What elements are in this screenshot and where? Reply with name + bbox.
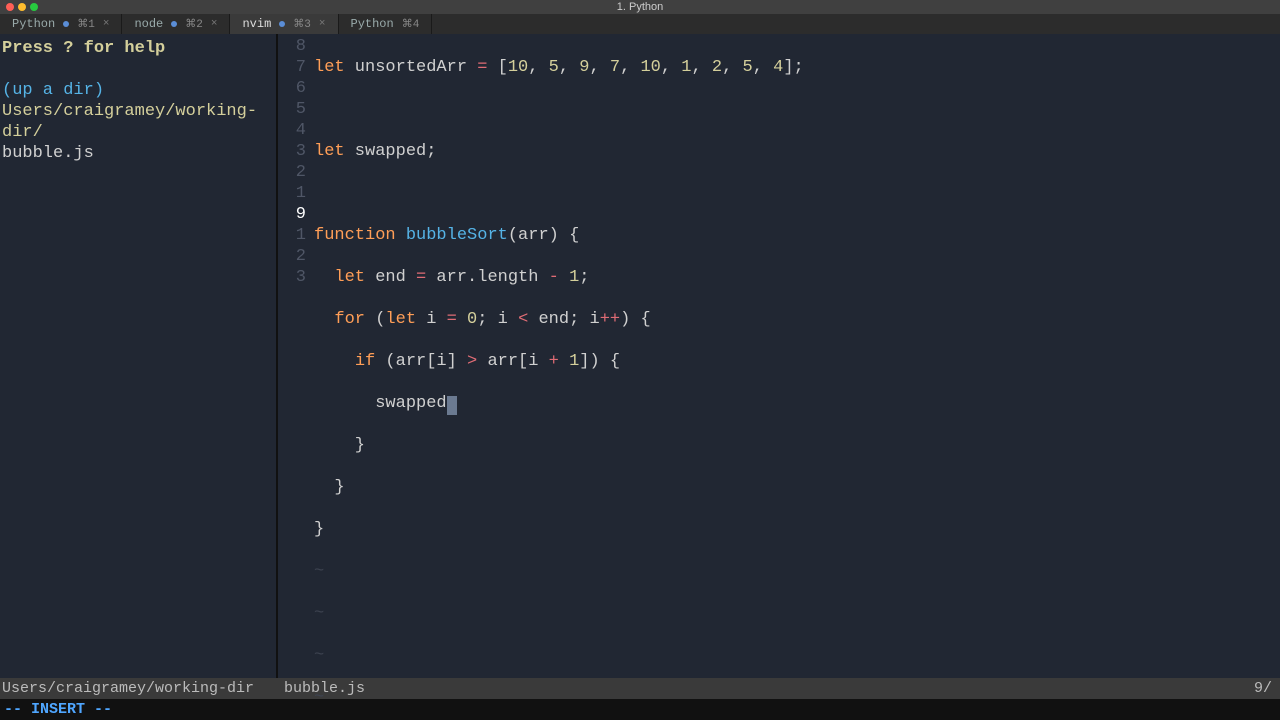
- line-gutter: 8 7 6 5 4 3 2 1 9 1 2 3: [278, 36, 314, 678]
- tab-close-icon[interactable]: ×: [103, 18, 110, 30]
- line-num: 2: [278, 246, 306, 267]
- tab-nvim[interactable]: nvim ⌘3 ×: [230, 14, 338, 34]
- tab-shortcut: ⌘4: [402, 17, 420, 31]
- status-filename: bubble.js: [280, 680, 1254, 697]
- dot-icon: [279, 21, 285, 27]
- tab-shortcut: ⌘1: [77, 17, 95, 31]
- tab-label: Python: [351, 17, 394, 31]
- up-dir-link[interactable]: (up a dir): [2, 80, 274, 101]
- line-num: 6: [278, 78, 306, 99]
- tab-python-2[interactable]: Python ⌘4: [339, 14, 433, 34]
- line-num: 2: [278, 162, 306, 183]
- tilde-row: ~: [314, 645, 1280, 666]
- tab-close-icon[interactable]: ×: [211, 18, 218, 30]
- line-num: 4: [278, 120, 306, 141]
- line-num: 1: [278, 225, 306, 246]
- help-hint: Press ? for help: [2, 38, 274, 59]
- vim-mode-indicator: -- INSERT --: [4, 701, 112, 718]
- window-title: 1. Python: [0, 1, 1280, 13]
- status-cwd: Users/craigramey/working-dir: [0, 680, 280, 697]
- tilde-row: ~: [314, 561, 1280, 582]
- tab-shortcut: ⌘3: [293, 17, 311, 31]
- text-cursor: [447, 396, 457, 415]
- line-num: 8: [278, 36, 306, 57]
- line-num-current: 9: [278, 204, 306, 225]
- status-position: 9/: [1254, 680, 1280, 697]
- dot-icon: [63, 21, 69, 27]
- tilde-row: ~: [314, 603, 1280, 624]
- workspace: Press ? for help (up a dir) Users/craigr…: [0, 34, 1280, 678]
- dot-icon: [171, 21, 177, 27]
- tab-node[interactable]: node ⌘2 ×: [122, 14, 230, 34]
- status-bar: Users/craigramey/working-dir bubble.js 9…: [0, 678, 1280, 699]
- tab-python-1[interactable]: Python ⌘1 ×: [0, 14, 122, 34]
- tab-close-icon[interactable]: ×: [319, 18, 326, 30]
- tab-bar: Python ⌘1 × node ⌘2 × nvim ⌘3 × Python ⌘…: [0, 14, 1280, 34]
- file-item-bubble[interactable]: bubble.js: [2, 143, 274, 164]
- line-num: 1: [278, 183, 306, 204]
- tab-label: node: [134, 17, 163, 31]
- cwd-path: Users/craigramey/working-dir/: [2, 101, 274, 143]
- line-num: 3: [278, 267, 306, 288]
- mac-titlebar: 1. Python: [0, 0, 1280, 14]
- editor-pane[interactable]: 8 7 6 5 4 3 2 1 9 1 2 3 let unsortedArr …: [278, 34, 1280, 678]
- file-tree-sidebar[interactable]: Press ? for help (up a dir) Users/craigr…: [0, 34, 278, 678]
- line-num: 3: [278, 141, 306, 162]
- line-num: 5: [278, 99, 306, 120]
- tab-shortcut: ⌘2: [185, 17, 203, 31]
- tab-label: nvim: [242, 17, 271, 31]
- tab-label: Python: [12, 17, 55, 31]
- code-area[interactable]: let unsortedArr = [10, 5, 9, 7, 10, 1, 2…: [314, 36, 1280, 678]
- line-num: 7: [278, 57, 306, 78]
